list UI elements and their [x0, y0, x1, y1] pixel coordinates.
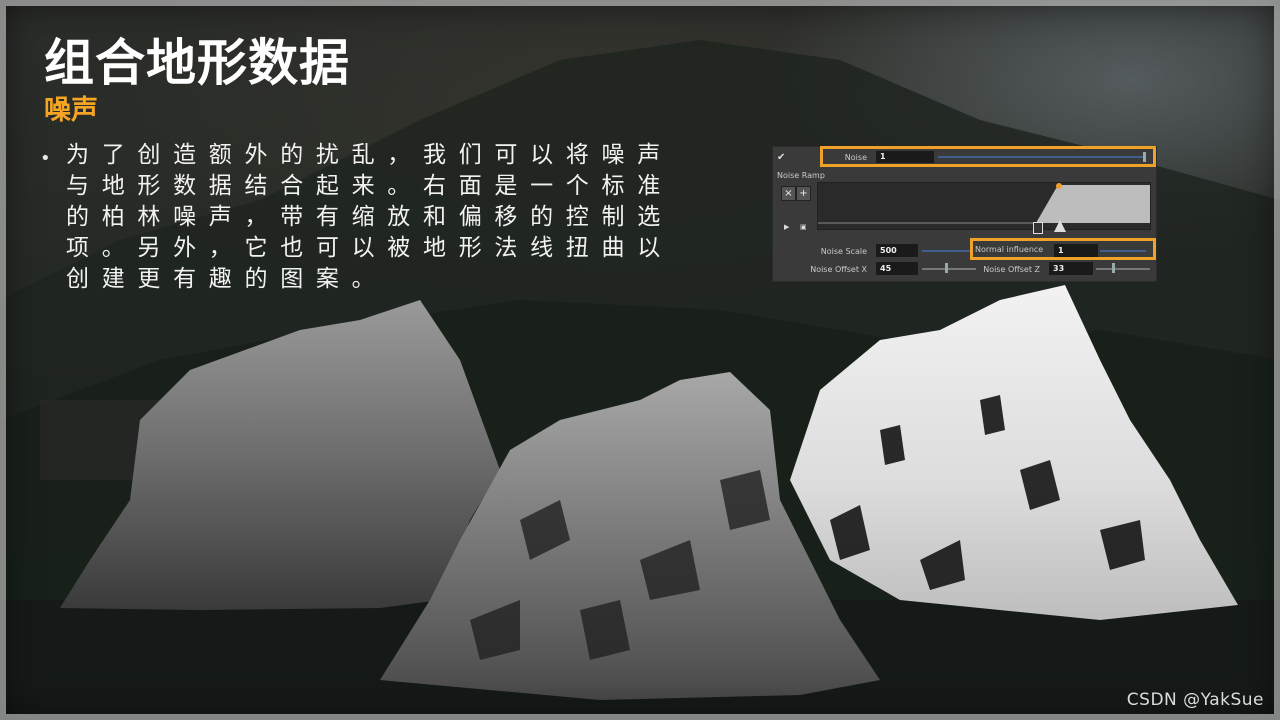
- offset-z-label: Noise Offset Z: [983, 265, 1040, 274]
- noise-scale-field[interactable]: 500: [876, 244, 918, 257]
- offset-z-slider-thumb[interactable]: [1112, 263, 1115, 273]
- offset-x-label: Noise Offset X: [810, 265, 867, 274]
- bullet-dot-icon: •: [40, 148, 51, 169]
- offset-x-slider-thumb[interactable]: [945, 263, 948, 273]
- normal-influence-highlight-box: [970, 238, 1156, 260]
- slide-title: 组合地形数据: [44, 34, 350, 92]
- noise-ramp-graph[interactable]: [817, 182, 1151, 230]
- expand-icon[interactable]: ▣: [800, 223, 807, 231]
- slide-subtitle: 噪声: [44, 95, 98, 126]
- noise-highlight-box: [820, 146, 1156, 167]
- pin-icon[interactable]: ✔: [777, 152, 785, 163]
- offset-z-slider[interactable]: [1096, 268, 1150, 270]
- terrain-render-noise-white: [790, 285, 1238, 620]
- bullet-text: 为了创造额外的扰乱，我们可以将噪声与地形数据结合起来。右面是一个标准的柏林噪声，…: [66, 142, 673, 292]
- play-icon[interactable]: ▶: [784, 223, 789, 231]
- watermark: CSDN @YakSue: [1126, 690, 1264, 710]
- offset-x-field[interactable]: 45: [876, 262, 918, 275]
- offset-x-slider[interactable]: [922, 268, 976, 270]
- ramp-right-marker-icon[interactable]: [1054, 220, 1066, 232]
- ramp-top-knot-icon[interactable]: [1056, 183, 1062, 189]
- noise-ramp-label: Noise Ramp: [777, 171, 825, 180]
- add-point-button[interactable]: +: [796, 186, 811, 201]
- remove-point-button[interactable]: ×: [781, 186, 796, 201]
- offset-z-field[interactable]: 33: [1049, 262, 1093, 275]
- noise-scale-label: Noise Scale: [820, 247, 867, 256]
- ramp-curve: [818, 185, 1150, 224]
- ramp-left-marker-icon[interactable]: [1033, 222, 1043, 234]
- noise-scale-slider[interactable]: [922, 250, 970, 252]
